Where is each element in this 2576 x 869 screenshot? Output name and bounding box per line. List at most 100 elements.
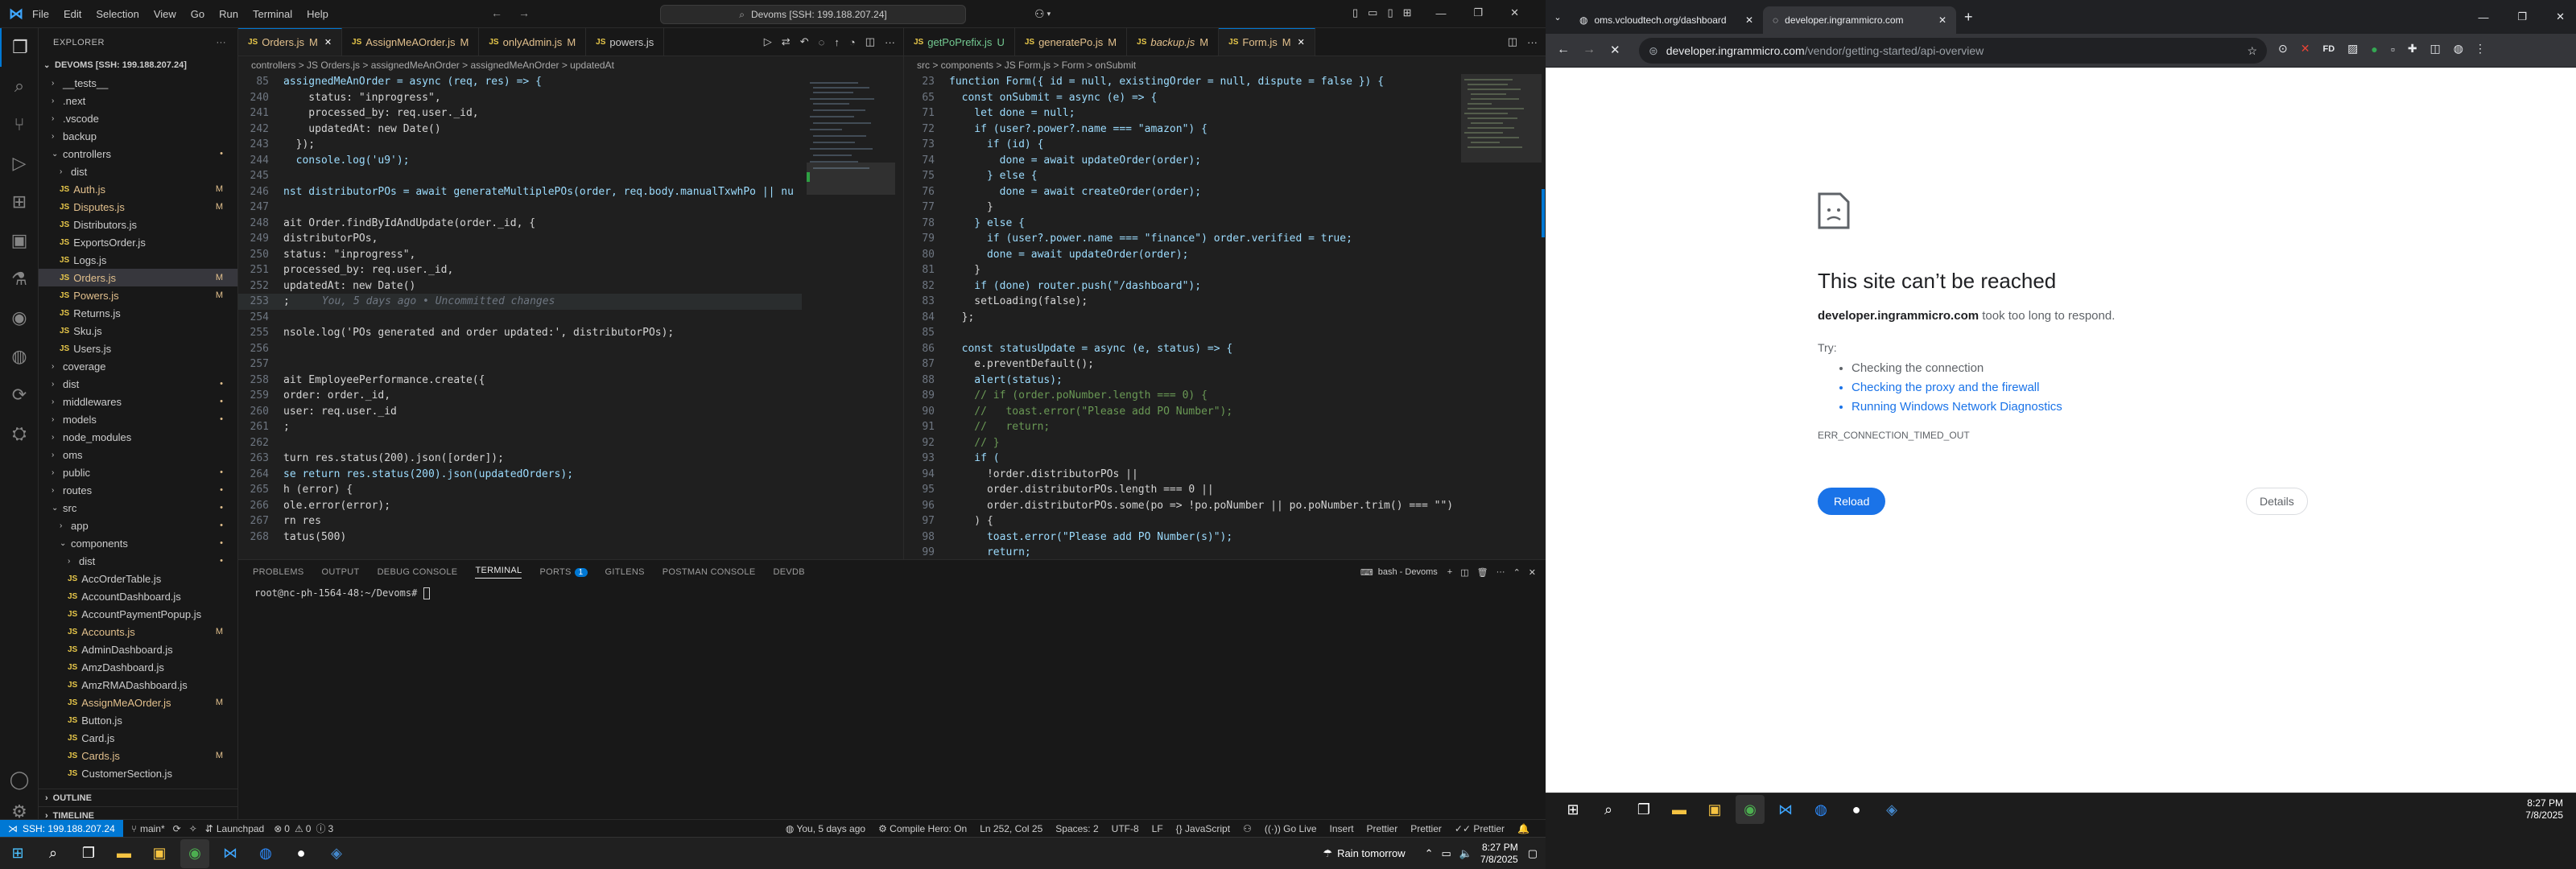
folder-item[interactable]: › node_modules xyxy=(39,428,237,446)
split-terminal-icon[interactable]: ◫ xyxy=(1460,567,1468,578)
layout-panel-icon[interactable]: ▭ xyxy=(1368,6,1377,19)
clock[interactable]: 8:27 PM 7/8/2025 xyxy=(2525,797,2563,822)
close-tab-icon[interactable]: ✕ xyxy=(324,37,332,47)
copilot-menu[interactable]: ⚇ ▾ xyxy=(1034,7,1051,21)
explorer-icon[interactable]: ❐ xyxy=(0,28,39,67)
tab-search-icon[interactable]: ⌄ xyxy=(1546,12,1570,23)
folder-item[interactable]: › middlewares • xyxy=(39,393,237,410)
new-terminal-icon[interactable]: + xyxy=(1447,567,1452,577)
file-item[interactable]: JS AmzRMADashboard.js xyxy=(39,676,237,694)
compile-hero-status[interactable]: ⚙ Compile Hero: On xyxy=(878,823,967,834)
right-breadcrumb[interactable]: src > components > JS Form.js > Form > o… xyxy=(904,56,1546,74)
file-explorer-icon[interactable]: ▬ xyxy=(1665,795,1694,824)
search-icon[interactable]: ⌕ xyxy=(39,839,68,868)
close-icon[interactable]: ✕ xyxy=(1510,6,1519,19)
folder-item[interactable]: › oms xyxy=(39,446,237,463)
panel-tab[interactable]: GITLENS xyxy=(605,567,645,577)
go-live[interactable]: ((·)) Go Live xyxy=(1265,823,1317,834)
notification-center-icon[interactable]: ▢ xyxy=(1528,847,1538,860)
file-item[interactable]: JS Card.js xyxy=(39,729,237,747)
bookmark-star-icon[interactable]: ☆ xyxy=(2247,44,2257,58)
panel-tab[interactable]: TERMINAL xyxy=(475,566,522,579)
file-item[interactable]: JS Returns.js xyxy=(39,304,237,322)
task-view-icon[interactable]: ❐ xyxy=(1629,795,1658,824)
chrome-menu-icon[interactable]: ⋮ xyxy=(2475,42,2486,56)
layout-secondary-icon[interactable]: ▯ xyxy=(1387,6,1393,19)
file-item[interactable]: JS Logs.js xyxy=(39,251,237,269)
file-item[interactable]: JS Sku.js xyxy=(39,322,237,340)
folder-item[interactable]: › dist xyxy=(39,163,237,180)
file-item[interactable]: JS Cards.js M xyxy=(39,747,237,764)
sidepanel-icon[interactable]: ◫ xyxy=(2430,42,2441,56)
notifications-icon[interactable]: 🔔 xyxy=(1517,823,1530,834)
site-info-icon[interactable]: ⊜ xyxy=(1649,44,1658,58)
menu-help[interactable]: Help xyxy=(307,8,328,20)
file-item[interactable]: JS Orders.js M xyxy=(39,269,237,286)
timeline-icon[interactable]: ◔ xyxy=(849,36,856,48)
prettier-status-3[interactable]: ✓✓ Prettier xyxy=(1455,823,1505,834)
source-control-icon[interactable]: ⑂ xyxy=(0,105,39,144)
extension-image-icon[interactable]: ▨ xyxy=(2347,42,2358,56)
editor-tab[interactable]: JS onlyAdmin.js M xyxy=(479,28,587,56)
panel-tab[interactable]: PORTS 1 xyxy=(539,567,588,577)
sparkle-icon[interactable]: ✧ xyxy=(189,823,197,834)
revert-icon[interactable]: ↶ xyxy=(800,35,809,48)
more-actions-icon[interactable]: ··· xyxy=(1527,36,1538,48)
problems-indicator[interactable]: ⊗ 0 ⚠ 0 ⓘ 3 xyxy=(274,822,333,835)
split-editor-icon[interactable]: ◫ xyxy=(865,35,875,48)
menu-file[interactable]: File xyxy=(32,8,49,20)
windows-start-icon[interactable]: ⊞ xyxy=(1558,795,1587,824)
store-icon[interactable]: ▣ xyxy=(145,839,174,868)
file-explorer-icon[interactable]: ▬ xyxy=(109,839,138,868)
editor-tab[interactable]: JS backup.js M xyxy=(1127,28,1220,56)
docker-icon[interactable]: ⛭ xyxy=(0,414,39,453)
menu-run[interactable]: Run xyxy=(219,8,238,20)
volume-icon[interactable]: 🔈 xyxy=(1459,847,1472,860)
file-item[interactable]: JS Button.js xyxy=(39,711,237,729)
left-breadcrumb[interactable]: controllers > JS Orders.js > assignedMeA… xyxy=(238,56,903,74)
file-item[interactable]: JS AmzDashboard.js xyxy=(39,658,237,676)
windows-start-icon[interactable]: ⊞ xyxy=(3,839,32,868)
panel-tab[interactable]: DEBUG CONSOLE xyxy=(378,567,458,577)
language-mode[interactable]: {} JavaScript xyxy=(1176,823,1230,834)
chrome-icon[interactable]: ◉ xyxy=(180,838,209,868)
network-icon[interactable]: ▭ xyxy=(1442,847,1451,860)
scrollbar-thumb[interactable] xyxy=(1542,189,1545,237)
layout-sidebar-icon[interactable]: ▯ xyxy=(1352,6,1358,19)
remote-indicator[interactable]: ⋊ SSH: 199.188.207.24 xyxy=(0,819,123,838)
extension-eye-icon[interactable]: ⊙ xyxy=(2278,42,2288,56)
file-item[interactable]: JS AdminDashboard.js xyxy=(39,640,237,658)
address-bar[interactable]: ⊜ developer.ingrammicro.com /vendor/gett… xyxy=(1639,38,2267,64)
close-tab-icon[interactable]: ✕ xyxy=(1298,37,1305,47)
terminal-output[interactable]: root@nc-ph-1564-48:~/Devoms# xyxy=(238,584,1546,602)
back-arrow-icon[interactable]: ← xyxy=(1557,43,1570,57)
reload-button[interactable]: Reload xyxy=(1818,488,1886,515)
end-of-line[interactable]: LF xyxy=(1152,823,1163,834)
run-icon[interactable]: ▷ xyxy=(764,35,772,48)
folder-item[interactable]: › .vscode xyxy=(39,109,237,127)
file-item[interactable]: JS Distributors.js xyxy=(39,216,237,233)
folder-item[interactable]: › public • xyxy=(39,463,237,481)
file-item[interactable]: JS ExportsOrder.js xyxy=(39,233,237,251)
command-center[interactable]: ⌕ Devoms [SSH: 199.188.207.24] xyxy=(660,5,966,24)
extension-box-icon[interactable]: ▫ xyxy=(2391,43,2395,56)
panel-tab[interactable]: PROBLEMS xyxy=(253,567,304,577)
search-icon[interactable]: ⌕ xyxy=(1594,795,1623,824)
maximize-panel-icon[interactable]: ⌃ xyxy=(1513,567,1521,578)
minimize-icon[interactable]: — xyxy=(1436,7,1447,19)
file-item[interactable]: JS AccountPaymentPopup.js xyxy=(39,605,237,623)
menu-view[interactable]: View xyxy=(154,8,176,20)
menu-go[interactable]: Go xyxy=(191,8,204,20)
more-actions-icon[interactable]: ··· xyxy=(885,36,895,48)
folder-item[interactable]: › dist • xyxy=(39,375,237,393)
forward-arrow-icon[interactable]: → xyxy=(1583,43,1596,57)
left-code[interactable]: 85 assignedMeAnOrder = async (req, res) =… xyxy=(238,74,802,559)
close-tab-icon[interactable]: ✕ xyxy=(1938,14,1946,26)
gitlens-icon[interactable]: ◉ xyxy=(0,299,39,337)
encoding[interactable]: UTF-8 xyxy=(1112,823,1139,834)
suggestion-item[interactable]: Running Windows Network Diagnostics xyxy=(1852,397,2062,417)
search-icon[interactable]: ⌕ xyxy=(0,67,39,105)
editor-tab[interactable]: JS generatePo.js M xyxy=(1015,28,1128,56)
new-tab-icon[interactable]: + xyxy=(1964,9,1973,26)
forward-arrow-icon[interactable]: → xyxy=(518,6,530,19)
